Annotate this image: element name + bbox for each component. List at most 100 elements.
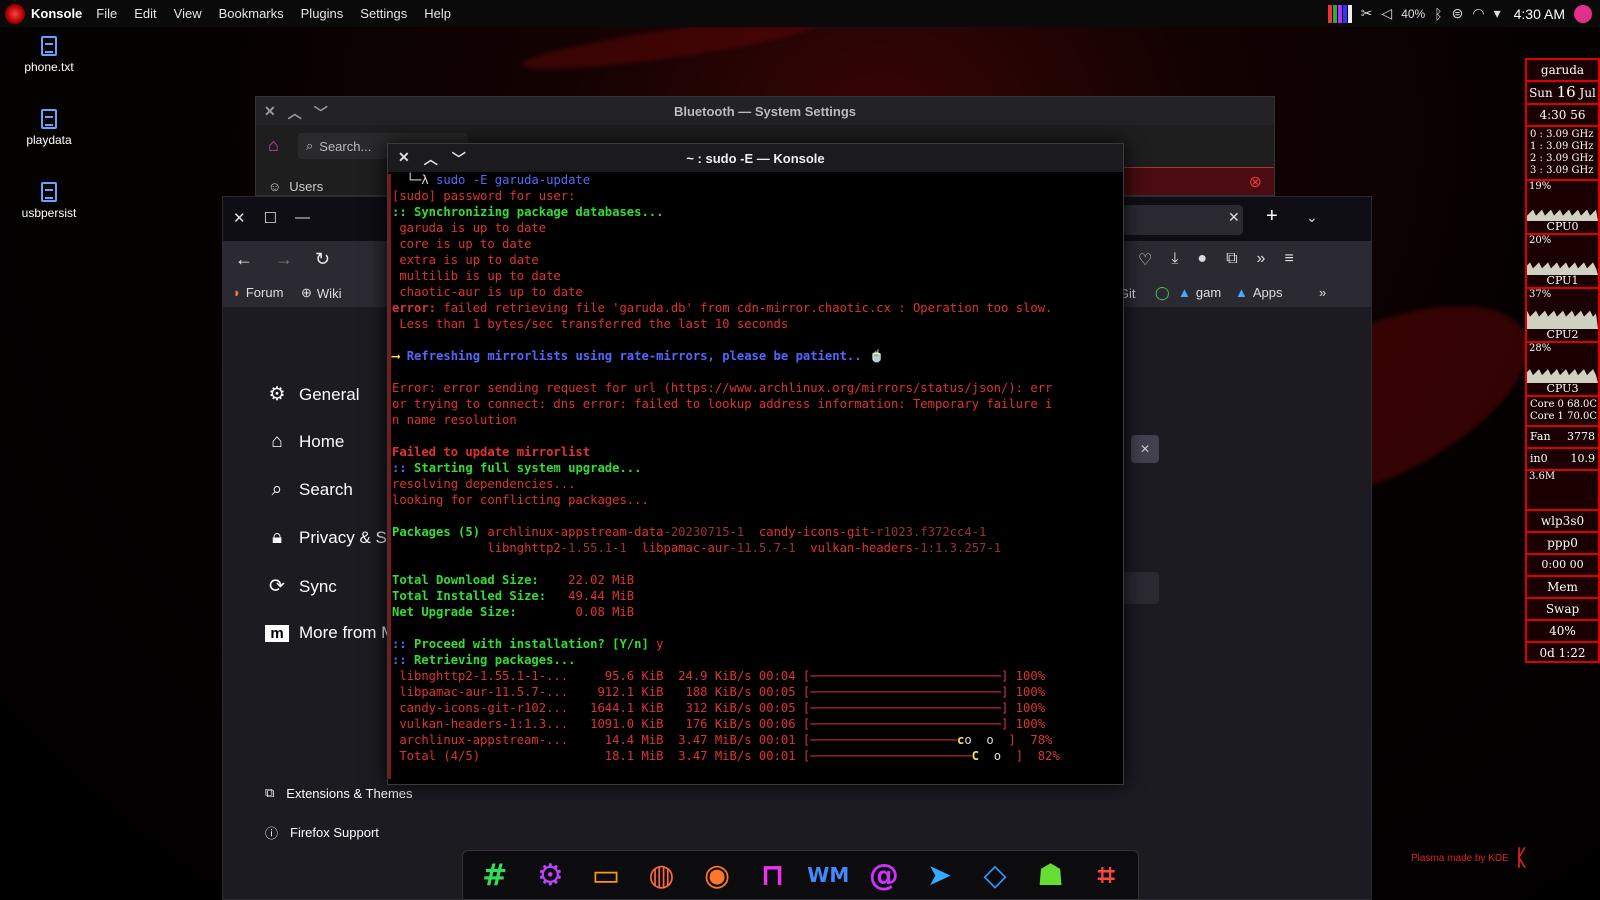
clear-search-icon[interactable]: ✕ (1131, 435, 1159, 463)
pref-privacy[interactable]: 🔒︎ Privacy & Se (265, 527, 396, 549)
system-monitor-icon[interactable] (1327, 4, 1352, 23)
pref-home[interactable]: ⌂ Home (265, 431, 344, 453)
settings-gear-icon[interactable]: ⚙ (528, 853, 572, 897)
wifi-icon[interactable]: ◠ (1472, 5, 1484, 22)
pref-firefox-support[interactable]: ⓘ Firefox Support (265, 823, 379, 842)
bluetooth-icon[interactable]: ᛒ (1434, 6, 1442, 22)
terminal-text: :: (392, 653, 415, 667)
fan-speed: Fan 3778 (1527, 427, 1598, 449)
puzzle-icon: ⧉ (265, 785, 275, 800)
clipboard-scissors-icon[interactable]: ✂ (1361, 5, 1373, 22)
core-temp: Core 0 68.0C (1530, 399, 1598, 410)
pref-search[interactable]: ⌕ Search (265, 479, 353, 501)
pref-label: Search (299, 480, 353, 499)
terminal-text: 0.08 MiB (553, 605, 635, 619)
pref-extensions-themes[interactable]: ⧉ Extensions & Themes (265, 785, 413, 801)
pref-general[interactable]: ⚙ General (265, 383, 359, 406)
menu-view[interactable]: View (174, 6, 202, 21)
close-icon[interactable]: ✕ (264, 103, 276, 123)
pocket-icon[interactable]: ♡ (1138, 250, 1152, 270)
help-circle-icon: ⓘ (265, 826, 279, 841)
terminal-text: Total Download Size: (392, 573, 554, 587)
bookmark-refresh[interactable]: ◯ (1155, 285, 1170, 301)
store-bag-icon[interactable]: ⊓ (751, 853, 795, 897)
battery-percent[interactable]: 40% (1401, 7, 1425, 21)
sidebar-item-users[interactable]: ☺ Users (268, 179, 323, 194)
terminal-line: or trying to connect: dns error: failed … (392, 396, 1119, 412)
back-arrow-icon[interactable]: ← (235, 249, 253, 270)
network-icon[interactable]: ⊜ (1452, 5, 1464, 22)
terminal-text: Starting full system upgrade... (414, 461, 642, 475)
tab-close-icon[interactable]: ✕ (1228, 209, 1240, 226)
hamburger-menu-icon[interactable]: ≡ (1284, 250, 1293, 270)
bookmark-wiki[interactable]: ⊕ Wiki (301, 285, 341, 301)
bookmark-forum[interactable]: ◗ Forum (233, 285, 283, 300)
user-avatar[interactable] (1574, 4, 1592, 23)
bookmark-apps[interactable]: ▲ Apps (1235, 285, 1283, 300)
browser-tab[interactable] (1123, 205, 1243, 235)
chevron-down-icon[interactable]: ﹀ (314, 103, 328, 123)
home-icon[interactable]: ⌂ (268, 135, 279, 156)
cpu-label: CPU1 (1546, 274, 1579, 287)
terminal-text: 22.02 MiB (553, 573, 635, 587)
pref-more-from-mozilla[interactable]: m More from M (265, 623, 395, 643)
overflow-chevrons-icon[interactable]: » (1257, 250, 1266, 270)
volume-icon[interactable]: ◁ (1381, 5, 1392, 22)
chevron-down-icon[interactable]: ﹀ (452, 149, 466, 169)
extensions-icon[interactable]: ⧉ (1226, 250, 1237, 270)
window-titlebar[interactable]: ✕ ︿ ﹀ ~ : sudo -E — Konsole (388, 144, 1123, 172)
desktop-icon-playdata[interactable]: playdata (14, 109, 84, 147)
terminal-scroll-marker[interactable] (388, 174, 391, 779)
menu-plugins[interactable]: Plugins (301, 6, 344, 21)
close-icon[interactable]: ✕ (398, 149, 410, 169)
terminal-text: ] 78% (1008, 733, 1053, 747)
terminal-line: └─λ sudo -E garuda-update (392, 172, 1119, 188)
chevron-up-icon[interactable]: ︿ (424, 149, 438, 169)
files-folder-icon[interactable]: ▭ (584, 853, 628, 897)
menu-file[interactable]: File (96, 6, 117, 21)
reload-icon[interactable]: ↻ (315, 249, 330, 270)
bookmark-label: gam (1195, 285, 1222, 300)
tray-expand-icon[interactable]: ▾ (1494, 5, 1501, 22)
chevron-up-icon[interactable]: ︿ (288, 103, 302, 123)
menu-help[interactable]: Help (424, 6, 451, 21)
terminal-output[interactable]: └─λ sudo -E garuda-update [sudo] password… (388, 172, 1123, 784)
bookmark-gam[interactable]: ▲ gam (1178, 285, 1221, 300)
close-icon[interactable]: ✕ (233, 209, 246, 227)
kdeconnect-icon[interactable]: ◇ (973, 853, 1017, 897)
maximize-icon[interactable]: ☐ (264, 209, 277, 227)
close-circle-icon[interactable]: ⊗ (1249, 172, 1262, 192)
gear-icon: ⚙ (268, 384, 286, 405)
minimize-icon[interactable]: — (295, 209, 310, 227)
desktop-icon-phone[interactable]: phone.txt (14, 36, 84, 74)
in0-label: in0 (1530, 452, 1548, 465)
menu-edit[interactable]: Edit (134, 6, 156, 21)
editor-icon[interactable]: ⌗ (1084, 853, 1128, 897)
wm-icon[interactable]: WM (806, 853, 850, 897)
bookmarks-overflow-icon[interactable]: » (1319, 285, 1326, 300)
download-icon[interactable]: ⤓ (1171, 250, 1178, 270)
menu-bookmarks[interactable]: Bookmarks (219, 6, 284, 21)
pref-sync[interactable]: ⟳ Sync (265, 575, 337, 598)
terminal-text: libnghttp2 (392, 541, 561, 555)
tab-list-chevron-icon[interactable]: ⌄ (1306, 209, 1318, 226)
new-tab-icon[interactable]: + (1266, 205, 1278, 228)
desktop-icon-usbpersist[interactable]: usbpersist (14, 182, 84, 220)
firefox-icon[interactable]: ◍ (640, 853, 684, 897)
clock[interactable]: 4:30 AM (1514, 6, 1565, 22)
lock-icon: 🔒︎ (271, 527, 283, 548)
forward-arrow-icon[interactable]: → (275, 249, 293, 270)
garuda-dragon-icon[interactable]: ◉ (695, 853, 739, 897)
telegram-icon[interactable]: ➤ (917, 853, 961, 897)
android-icon[interactable]: ☗ (1029, 853, 1073, 897)
garuda-logo-icon[interactable] (5, 3, 25, 24)
at-app-icon[interactable]: @ (862, 853, 906, 897)
window-titlebar[interactable]: ✕ ︿ ﹀ Bluetooth — System Settings (256, 97, 1274, 125)
document-icon (41, 36, 57, 56)
hashtag-icon[interactable]: # (473, 853, 517, 897)
extension-avatar-icon[interactable]: ● (1197, 250, 1207, 270)
ppp-interface: ppp0 (1527, 533, 1598, 555)
menu-settings[interactable]: Settings (360, 6, 407, 21)
bookmark-label: Wiki (316, 285, 342, 301)
